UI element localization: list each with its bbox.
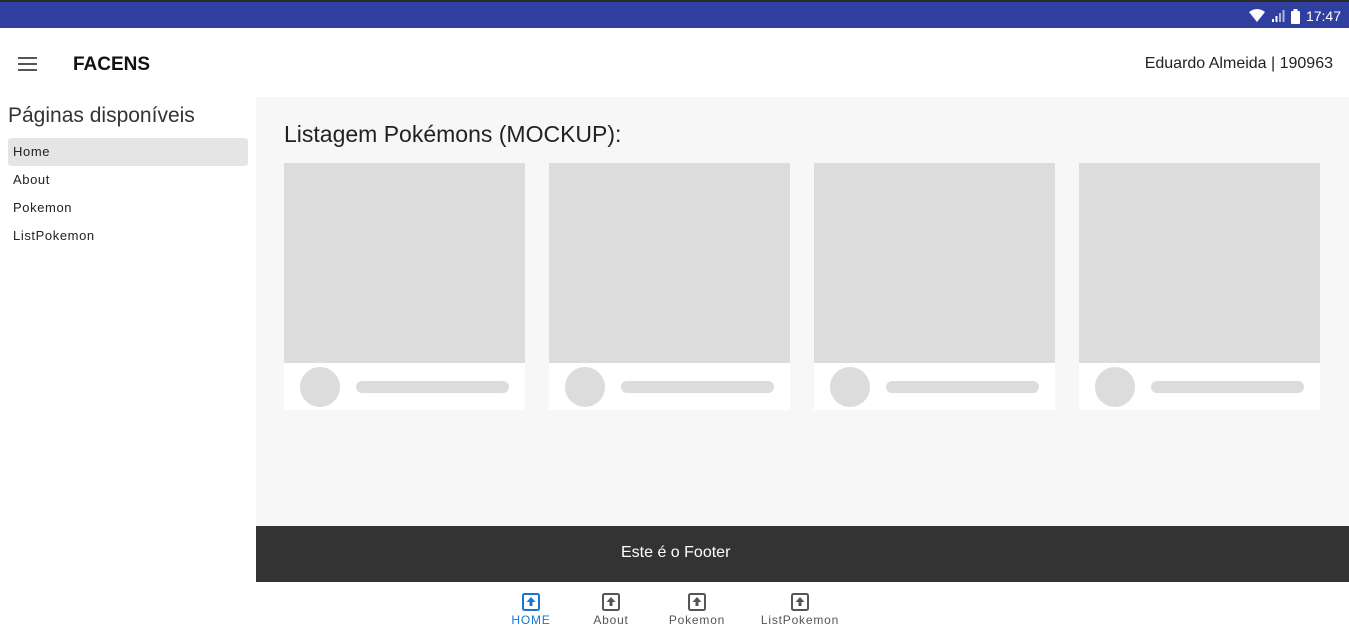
skeleton-card-image	[814, 163, 1055, 363]
footer: Este é o Footer	[256, 526, 1349, 582]
skeleton-card	[814, 163, 1055, 410]
bottom-nav-label: Pokemon	[668, 613, 726, 627]
skeleton-avatar	[830, 367, 870, 407]
app-title: FACENS	[73, 54, 151, 75]
bottom-nav-label: ListPokemon	[760, 613, 840, 627]
bottom-navigation: HOME About Pokemon ListPokemon	[256, 582, 1349, 640]
skeleton-text-line	[621, 381, 774, 393]
status-icons: 17:47	[1248, 7, 1341, 25]
bottom-nav-label: About	[593, 613, 629, 627]
battery-icon	[1290, 8, 1300, 24]
upload-box-icon	[688, 593, 706, 611]
app-window: 17:47 FACENS Eduardo Almeida | 190963 Pá…	[0, 0, 1349, 640]
status-time: 17:47	[1305, 8, 1341, 24]
sidebar-item-listpokemon[interactable]: ListPokemon	[8, 222, 248, 250]
user-info: Eduardo Almeida | 190963	[1144, 55, 1333, 72]
sidebar: Páginas disponíveis Home About Pokemon L…	[0, 97, 256, 640]
sidebar-item-home[interactable]: Home	[8, 138, 248, 166]
bottom-nav-pokemon[interactable]: Pokemon	[666, 592, 728, 627]
skeleton-avatar	[1095, 367, 1135, 407]
skeleton-text-line	[1151, 381, 1304, 393]
skeleton-avatar	[565, 367, 605, 407]
footer-text: Este é o Footer	[621, 544, 731, 561]
status-bar: 17:47	[0, 0, 1349, 28]
skeleton-text-line	[886, 381, 1039, 393]
sidebar-title: Páginas disponíveis	[8, 104, 195, 127]
skeleton-card-image	[549, 163, 790, 363]
sidebar-list: Home About Pokemon ListPokemon	[8, 138, 248, 250]
bottom-nav-listpokemon[interactable]: ListPokemon	[756, 592, 844, 627]
bottom-nav-home[interactable]: HOME	[510, 592, 552, 627]
sidebar-item-pokemon[interactable]: Pokemon	[8, 194, 248, 222]
wifi-icon	[1248, 9, 1265, 22]
main-content: Listagem Pokémons (MOCKUP):	[256, 97, 1349, 526]
skeleton-avatar	[300, 367, 340, 407]
upload-box-icon	[522, 593, 540, 611]
skeleton-card	[1079, 163, 1320, 410]
skeleton-text-line	[356, 381, 509, 393]
skeleton-card	[549, 163, 790, 410]
sidebar-item-about[interactable]: About	[8, 166, 248, 194]
bottom-nav-about[interactable]: About	[590, 592, 632, 627]
upload-box-icon	[791, 593, 809, 611]
menu-button[interactable]	[14, 52, 42, 76]
page-title: Listagem Pokémons (MOCKUP):	[284, 121, 622, 147]
hamburger-menu-icon	[18, 57, 37, 71]
app-header: FACENS Eduardo Almeida | 190963	[0, 28, 1349, 97]
pokemon-card-list	[284, 163, 1320, 410]
skeleton-card-image	[1079, 163, 1320, 363]
skeleton-card	[284, 163, 525, 410]
bottom-nav-label: HOME	[511, 613, 551, 627]
skeleton-card-image	[284, 163, 525, 363]
upload-box-icon	[602, 593, 620, 611]
signal-icon	[1271, 10, 1285, 22]
